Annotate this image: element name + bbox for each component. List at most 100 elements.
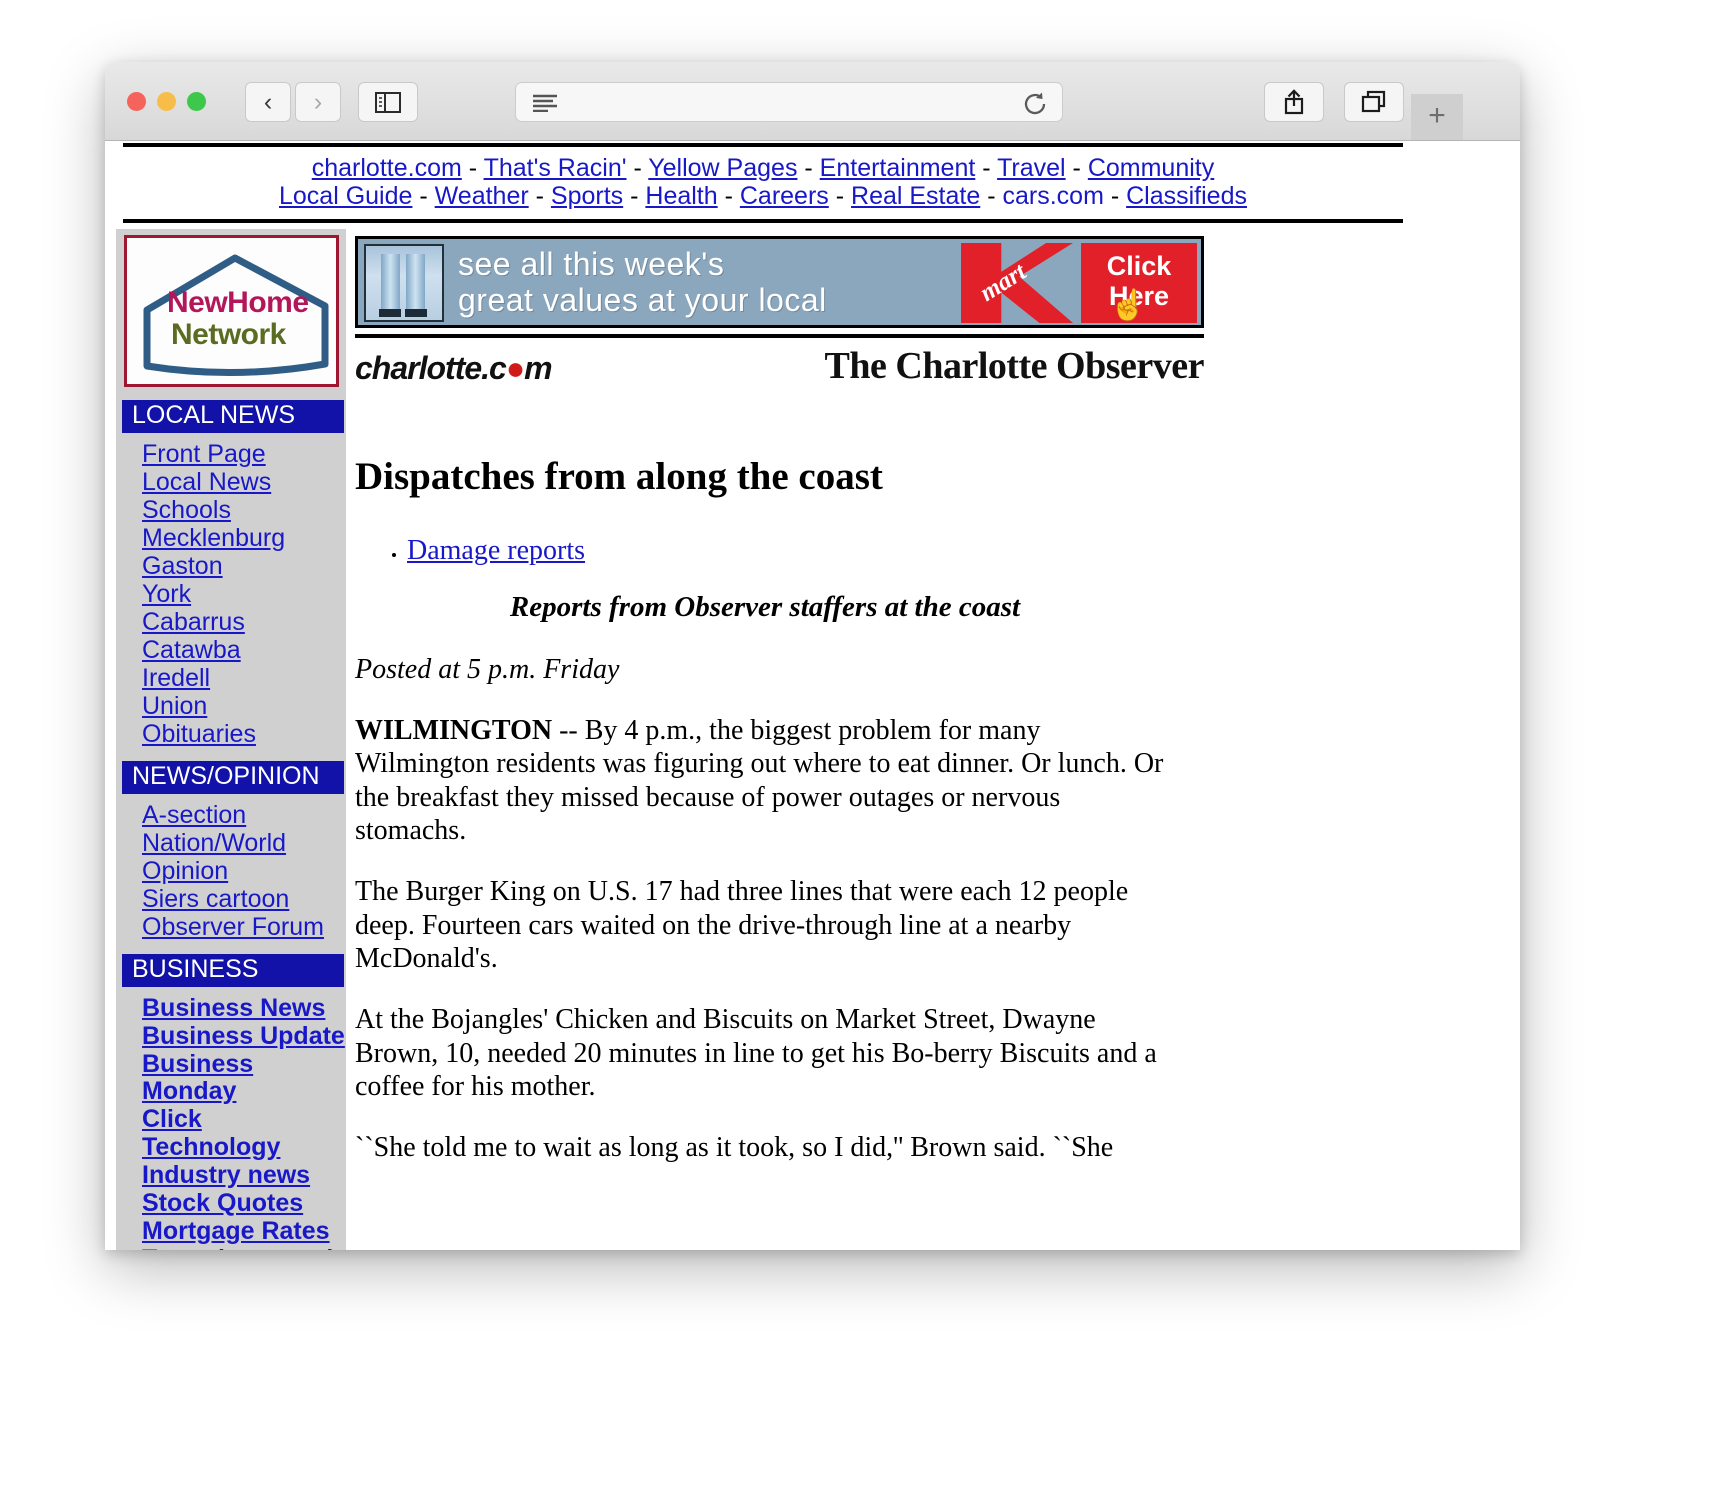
sidebar-item-business-update[interactable]: Business Update	[142, 1023, 345, 1050]
sidebar-item-front-page[interactable]: Front Page	[142, 441, 266, 468]
reader-view-icon[interactable]	[532, 94, 558, 117]
sidebar-item-tax-value-search[interactable]: Tax value search	[142, 1246, 342, 1251]
nav-separator: -	[1065, 154, 1088, 182]
topnav-link-real-estate[interactable]: Real Estate	[851, 182, 980, 210]
list-item: A-section	[116, 802, 346, 829]
sidebar-item-click[interactable]: Click	[142, 1106, 202, 1133]
article-paragraph: ``She told me to wait as long as it took…	[355, 1132, 1114, 1164]
list-item: Business Update	[116, 1023, 346, 1050]
sidebar-icon	[375, 91, 401, 113]
list-item: Opinion	[116, 858, 346, 885]
sidebar-item-local-news[interactable]: Local News	[142, 469, 271, 496]
sidebar-item-opinion[interactable]: Opinion	[142, 858, 228, 885]
sidebar-item-mecklenburg[interactable]: Mecklenburg	[142, 525, 285, 552]
topnav-link-travel[interactable]: Travel	[997, 154, 1066, 182]
newspaper-masthead-title: The Charlotte Observer	[824, 345, 1205, 387]
sidebar-item-york[interactable]: York	[142, 581, 191, 608]
list-item: Siers cartoon	[116, 886, 346, 913]
article-paragraph: WILMINGTON -- By 4 p.m., the biggest pro…	[355, 714, 1175, 847]
topnav-link-local-guide[interactable]: Local Guide	[279, 182, 412, 210]
sidebar-item-union[interactable]: Union	[142, 693, 207, 720]
site-masthead: charlotte.c●m The Charlotte Observer	[355, 345, 1205, 396]
close-window-button[interactable]	[127, 92, 146, 111]
share-icon	[1284, 89, 1304, 115]
jeans-image	[364, 244, 444, 322]
browser-window: ‹ › + charlotte.com - That's Racin' - Ye…	[105, 62, 1520, 1250]
topnav-link-charlotte-com[interactable]: charlotte.com	[312, 154, 462, 182]
tab-overview-icon	[1361, 90, 1386, 113]
list-item: Catawba	[116, 637, 346, 664]
list-item: Schools	[116, 497, 346, 524]
new-tab-button[interactable]: +	[1411, 94, 1463, 140]
sidebar-item-nation-world[interactable]: Nation/World	[142, 830, 286, 857]
sidebar-item-cabarrus[interactable]: Cabarrus	[142, 609, 245, 636]
topnav-link-thats-racin[interactable]: That's Racin'	[484, 154, 627, 182]
sidebar-list-news-opinion: A-section Nation/World Opinion Siers car…	[116, 802, 346, 941]
sidebar-item-business-news[interactable]: Business News	[142, 995, 325, 1022]
list-item: Gaston	[116, 553, 346, 580]
sidebar-item-iredell[interactable]: Iredell	[142, 665, 210, 692]
reload-button[interactable]	[1022, 91, 1048, 122]
share-button[interactable]	[1264, 82, 1324, 122]
list-item: York	[116, 581, 346, 608]
list-item: Tax value search	[116, 1246, 346, 1251]
charlotte-com-logo[interactable]: charlotte.c●m	[355, 350, 553, 387]
sidebar-item-schools[interactable]: Schools	[142, 497, 231, 524]
list-item: Obituaries	[116, 721, 346, 748]
sidebar-item-siers-cartoon[interactable]: Siers cartoon	[142, 886, 289, 913]
topnav-link-careers[interactable]: Careers	[740, 182, 829, 210]
nav-separator: -	[412, 182, 435, 211]
sidebar-item-obituaries[interactable]: Obituaries	[142, 721, 256, 748]
tab-overview-button[interactable]	[1344, 82, 1404, 122]
sidebar-item-stock-quotes[interactable]: Stock Quotes	[142, 1190, 303, 1217]
list-item: Observer Forum	[116, 914, 346, 941]
sidebar-list-local-news: Front Page Local News Schools Mecklenbur…	[116, 441, 346, 748]
list-item: Stock Quotes	[116, 1190, 346, 1217]
minimize-window-button[interactable]	[157, 92, 176, 111]
nav-separator: -	[717, 182, 740, 211]
topnav-link-entertainment[interactable]: Entertainment	[820, 154, 976, 182]
article-link-damage-reports[interactable]: Damage reports	[407, 535, 585, 566]
logo-text-post: m	[524, 350, 552, 386]
topnav-link-health[interactable]: Health	[645, 182, 717, 210]
topnav-link-weather[interactable]: Weather	[435, 182, 529, 210]
back-button[interactable]: ‹	[245, 82, 291, 122]
horizontal-rule	[355, 334, 1204, 338]
chevron-right-icon: ›	[313, 87, 323, 116]
sidebar-item-technology[interactable]: Technology	[142, 1134, 280, 1161]
kmart-logo: mart	[961, 243, 1073, 323]
article: Dispatches from along the coast Damage r…	[355, 454, 1175, 1164]
topnav-link-sports[interactable]: Sports	[551, 182, 623, 210]
sidebar-item-mortgage-rates[interactable]: Mortgage Rates	[142, 1218, 330, 1245]
sidebar-item-gaston[interactable]: Gaston	[142, 553, 223, 580]
list-item: Click	[116, 1106, 346, 1133]
article-standfirst: Reports from Observer staffers at the co…	[509, 591, 1021, 623]
sidebar-item-catawba[interactable]: Catawba	[142, 637, 241, 664]
list-item: Mecklenburg	[116, 525, 346, 552]
address-bar[interactable]	[515, 82, 1063, 122]
topnav-link-community[interactable]: Community	[1088, 154, 1214, 182]
sidebar-item-observer-forum[interactable]: Observer Forum	[142, 914, 324, 941]
topnav-row-2: Local Guide - Weather - Sports - Health …	[123, 182, 1403, 210]
article-links-list: Damage reports	[355, 535, 1175, 567]
topnav-link-classifieds[interactable]: Classifieds	[1126, 182, 1247, 210]
newhome-network-logo[interactable]: NewHome Network	[124, 235, 339, 387]
sidebar-item-a-section[interactable]: A-section	[142, 802, 246, 829]
page-viewport: charlotte.com - That's Racin' - Yellow P…	[105, 141, 1520, 1250]
topnav-link-cars-com[interactable]: cars.com	[1002, 182, 1103, 210]
nav-separator: -	[623, 182, 646, 211]
site-top-navigation: charlotte.com - That's Racin' - Yellow P…	[123, 143, 1403, 223]
kmart-banner-ad[interactable]: see all this week's great values at your…	[355, 236, 1204, 328]
topnav-link-yellow-pages[interactable]: Yellow Pages	[648, 154, 797, 182]
logo-line-2: Network	[171, 318, 286, 351]
sidebar-item-industry-news[interactable]: Industry news	[142, 1162, 310, 1189]
article-dateline: WILMINGTON	[355, 715, 553, 746]
sidebar-section-heading-local-news: LOCAL NEWS	[122, 400, 344, 433]
nav-separator: -	[797, 154, 820, 182]
nav-separator: -	[980, 182, 1003, 211]
sidebar-item-business-monday[interactable]: Business Monday	[142, 1051, 346, 1105]
list-item: Business News	[116, 995, 346, 1022]
show-sidebar-button[interactable]	[358, 82, 418, 122]
zoom-window-button[interactable]	[187, 92, 206, 111]
forward-button[interactable]: ›	[295, 82, 341, 122]
